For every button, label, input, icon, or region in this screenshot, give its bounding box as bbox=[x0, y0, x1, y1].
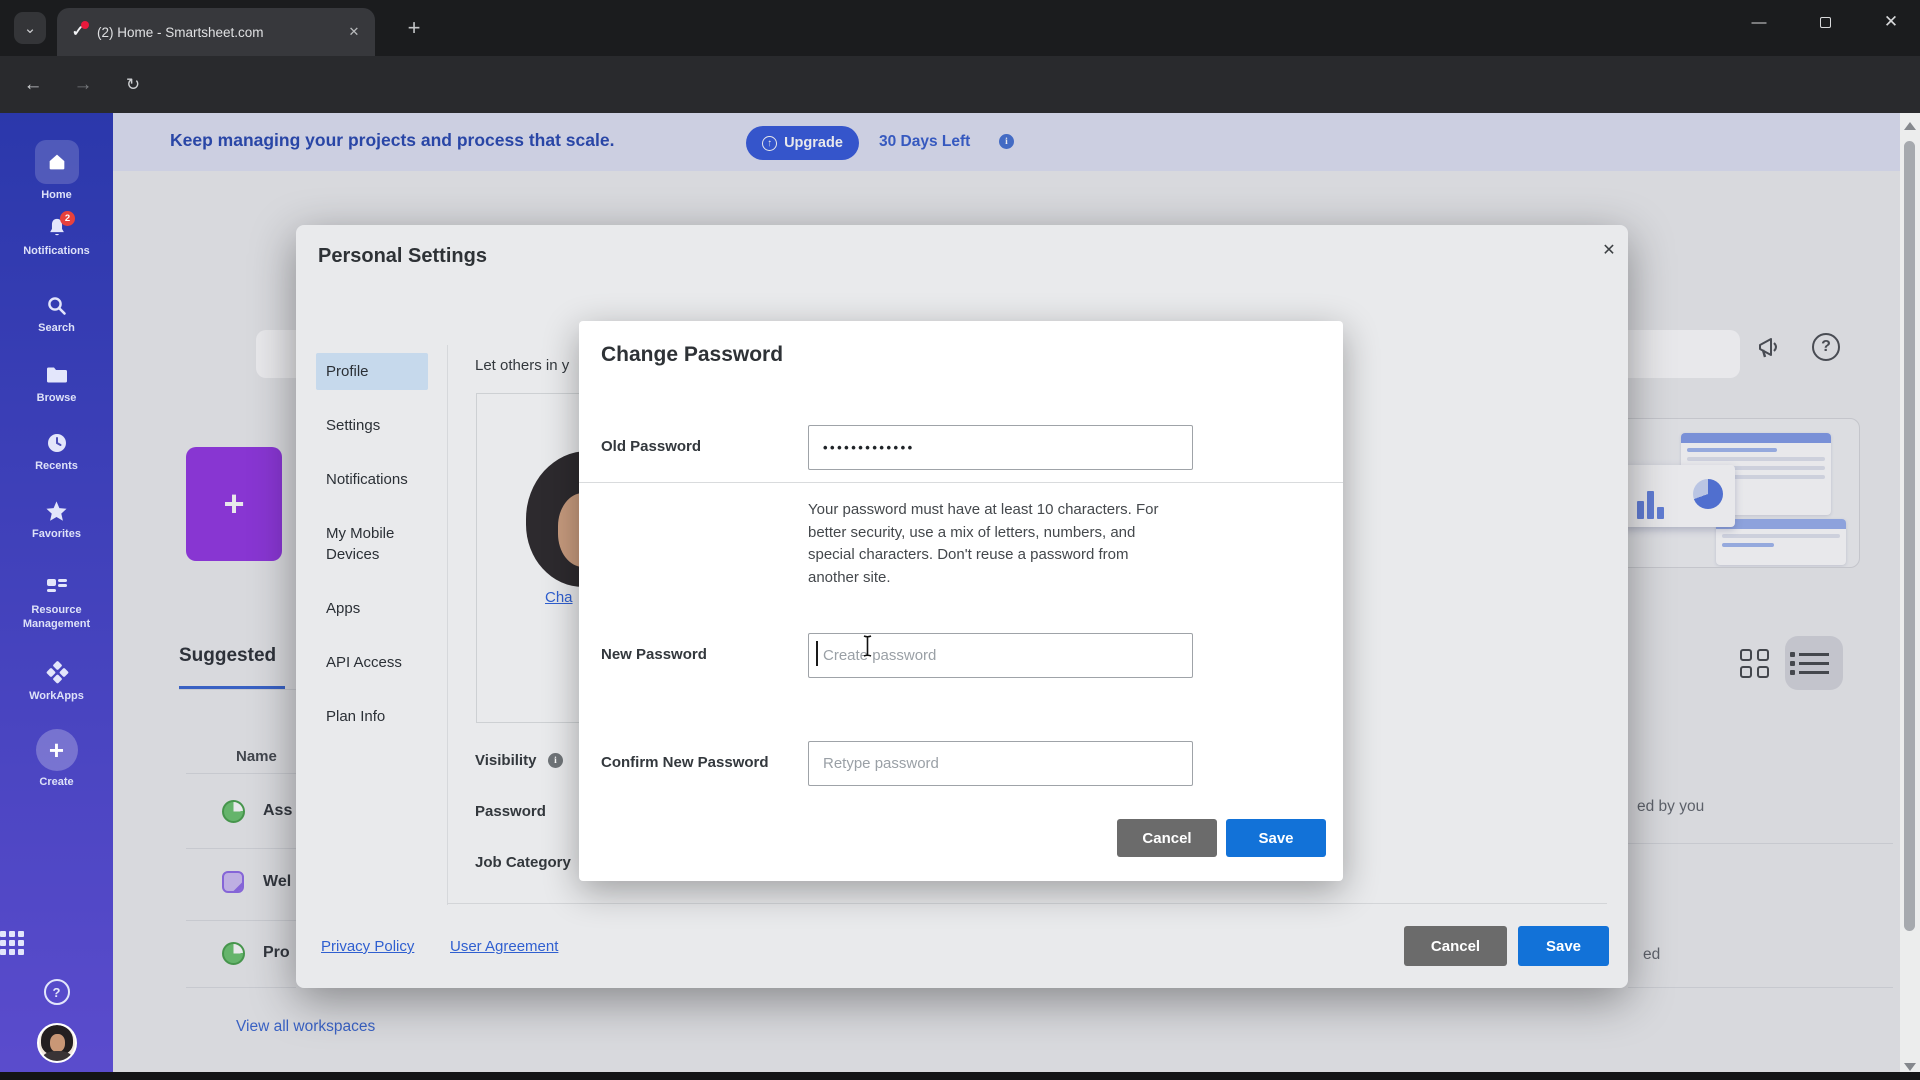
privacy-policy-link[interactable]: Privacy Policy bbox=[321, 938, 414, 955]
notification-badge: 2 bbox=[60, 211, 75, 226]
settings-nav: Profile Settings Notifications My Mobile… bbox=[316, 353, 438, 752]
dialog-title: Change Password bbox=[601, 343, 784, 366]
sidebar-item-workapps[interactable]: WorkApps bbox=[0, 661, 113, 703]
browser-toolbar: ← → ↻ app.smartsheet.com/home ☆ Incognit… bbox=[0, 56, 1920, 161]
settings-nav-my-mobile-devices[interactable]: My Mobile Devices bbox=[316, 515, 428, 573]
scroll-up-icon[interactable] bbox=[1904, 122, 1916, 130]
password-hint-text: Your password must have at least 10 char… bbox=[808, 501, 1159, 586]
apps-grid-icon bbox=[0, 931, 113, 955]
settings-nav-settings[interactable]: Settings bbox=[316, 407, 428, 444]
new-tab-button[interactable]: + bbox=[400, 14, 428, 42]
forward-icon[interactable]: → bbox=[68, 70, 98, 100]
bell-icon: 2 bbox=[0, 211, 113, 240]
text-caret bbox=[816, 641, 818, 666]
restore-icon bbox=[1819, 12, 1836, 28]
create-plus-icon: + bbox=[35, 729, 78, 771]
divider bbox=[447, 903, 1607, 904]
reload-icon[interactable]: ↻ bbox=[118, 70, 148, 100]
window-minimize-button[interactable]: — bbox=[1736, 0, 1782, 44]
divider bbox=[579, 482, 1343, 483]
browser-titlebar: ⌄ ✓ (2) Home - Smartsheet.com ✕ + — ✕ bbox=[0, 0, 1920, 56]
profile-intro-fragment: Let others in y bbox=[475, 357, 570, 374]
settings-nav-api-access[interactable]: API Access bbox=[316, 644, 428, 681]
window-close-button[interactable]: ✕ bbox=[1868, 0, 1914, 44]
sidebar-item-recents[interactable]: Recents bbox=[0, 431, 113, 473]
old-password-label: Old Password bbox=[601, 438, 702, 455]
sidebar-item-notifications[interactable]: 2 Notifications bbox=[0, 211, 113, 258]
tab-title: (2) Home - Smartsheet.com bbox=[97, 24, 264, 40]
modal-cancel-button[interactable]: Cancel bbox=[1404, 926, 1507, 966]
resource-management-icon bbox=[0, 575, 113, 599]
sidebar-item-browse[interactable]: Browse bbox=[0, 363, 113, 405]
settings-nav-notifications[interactable]: Notifications bbox=[316, 461, 428, 498]
modal-title: Personal Settings bbox=[318, 245, 487, 267]
sidebar-item-home[interactable]: Home bbox=[0, 140, 113, 202]
scrollbar-thumb[interactable] bbox=[1904, 141, 1915, 931]
change-password-dialog: Change Password Old Password Your passwo… bbox=[579, 321, 1343, 881]
star-icon bbox=[0, 499, 113, 523]
browser-tab[interactable]: ✓ (2) Home - Smartsheet.com ✕ bbox=[57, 8, 375, 56]
password-label: Password bbox=[475, 803, 546, 820]
search-icon bbox=[0, 293, 113, 317]
confirm-password-label: Confirm New Password bbox=[601, 754, 769, 771]
chevron-down-icon: ⌄ bbox=[23, 20, 37, 37]
tab-close-icon[interactable]: ✕ bbox=[345, 23, 363, 41]
home-icon bbox=[34, 140, 79, 184]
new-password-label: New Password bbox=[601, 646, 707, 663]
sidebar-item-favorites[interactable]: Favorites bbox=[0, 499, 113, 541]
account-avatar[interactable] bbox=[0, 1023, 113, 1063]
avatar bbox=[36, 1023, 77, 1063]
job-category-label: Job Category bbox=[475, 854, 571, 871]
bottom-strip bbox=[0, 1072, 1920, 1080]
page-scrollbar[interactable] bbox=[1900, 113, 1920, 1080]
sidebar-item-resource-management[interactable]: Resource Management bbox=[0, 575, 113, 632]
sidebar-item-create[interactable]: + Create bbox=[0, 729, 113, 789]
app-sidebar: Home 2 Notifications Search Browse Recen… bbox=[0, 113, 113, 1080]
smartsheet-favicon-icon: ✓ bbox=[69, 21, 89, 41]
settings-nav-apps[interactable]: Apps bbox=[316, 590, 428, 627]
scroll-down-icon[interactable] bbox=[1904, 1063, 1916, 1071]
visibility-label: Visibility bbox=[475, 752, 537, 769]
clock-icon bbox=[0, 431, 113, 455]
window-restore-button[interactable] bbox=[1802, 0, 1848, 44]
notification-dot bbox=[81, 21, 89, 29]
settings-nav-profile[interactable]: Profile bbox=[316, 353, 428, 390]
tab-search-button[interactable]: ⌄ bbox=[14, 12, 46, 44]
ibeam-cursor-icon bbox=[861, 635, 874, 662]
visibility-info-icon[interactable]: i bbox=[548, 753, 563, 768]
settings-nav-plan-info[interactable]: Plan Info bbox=[316, 698, 428, 735]
app-launcher-button[interactable] bbox=[0, 931, 113, 955]
sidebar-item-search[interactable]: Search bbox=[0, 293, 113, 335]
change-photo-link-fragment[interactable]: Cha bbox=[545, 589, 579, 606]
modal-close-icon[interactable]: ✕ bbox=[1596, 237, 1622, 263]
modal-save-button[interactable]: Save bbox=[1518, 926, 1609, 966]
dialog-save-button[interactable]: Save bbox=[1226, 819, 1326, 857]
workapps-icon bbox=[0, 661, 113, 685]
screen: ⌄ ✓ (2) Home - Smartsheet.com ✕ + — ✕ ← … bbox=[0, 0, 1920, 1080]
help-button[interactable]: ? bbox=[0, 979, 113, 1005]
dialog-cancel-button[interactable]: Cancel bbox=[1117, 819, 1217, 857]
old-password-input[interactable] bbox=[808, 425, 1193, 470]
back-icon[interactable]: ← bbox=[18, 70, 48, 100]
divider bbox=[447, 345, 448, 905]
help-icon: ? bbox=[43, 979, 70, 1005]
user-agreement-link[interactable]: User Agreement bbox=[450, 938, 558, 955]
folder-icon bbox=[0, 363, 113, 387]
confirm-password-input[interactable] bbox=[808, 741, 1193, 786]
